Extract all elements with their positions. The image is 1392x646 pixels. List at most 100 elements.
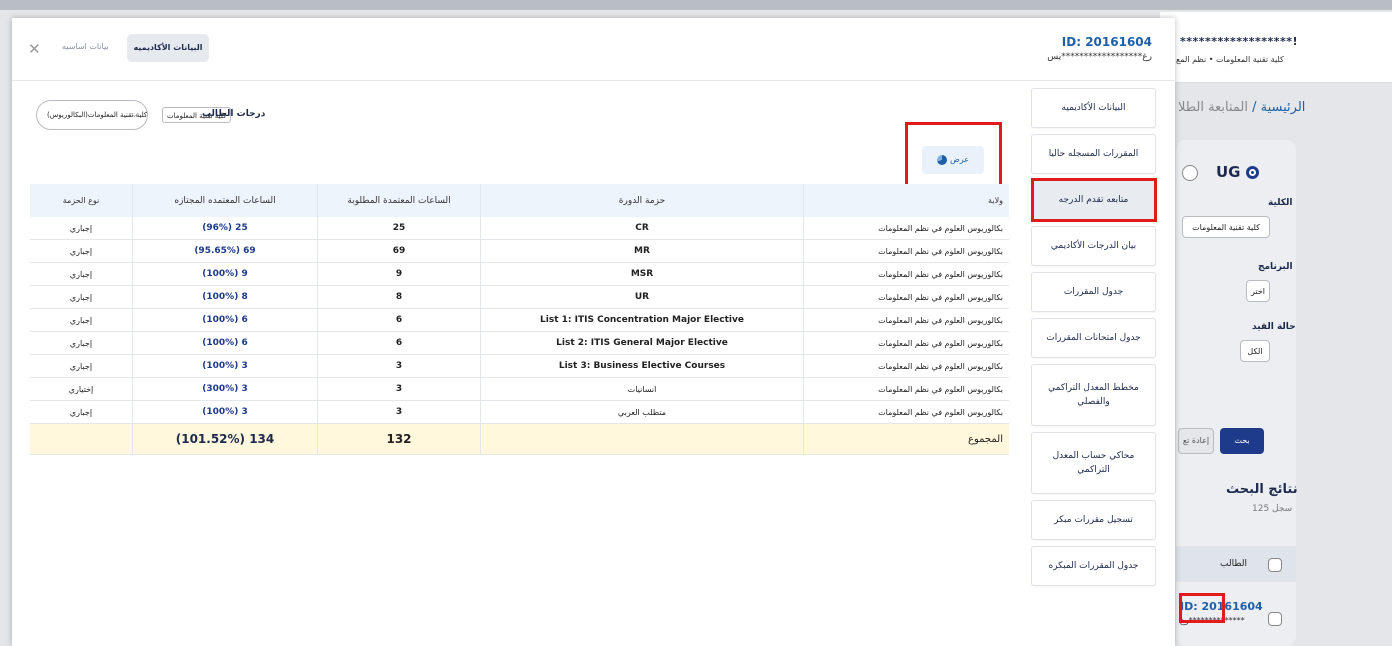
cell-package: List 2: ITIS General Major Elective: [480, 331, 804, 355]
cell-major: بكالوريوس العلوم في نظم المعلومات: [803, 308, 1009, 332]
table-row: إجباري (100%) 3 3 List 3: Business Elect…: [30, 354, 1009, 378]
cell-type: إجباري: [30, 217, 133, 240]
cell-required: 25: [317, 217, 481, 240]
column-package: حزمة الدورة: [480, 184, 804, 217]
cell-type: إجباري: [30, 239, 133, 263]
cell-selected: (300%) 3: [132, 377, 318, 401]
column-major: ولاية: [803, 184, 1009, 217]
view-button-label: عرض: [950, 155, 969, 164]
cell-package: CR: [480, 217, 804, 240]
table-row: إجباري (96%) 25 25 CR بكالوريوس العلوم ف…: [30, 217, 1009, 240]
search-button[interactable]: بحث: [1220, 428, 1264, 454]
cell-type: إجباري: [30, 354, 133, 378]
results-count: 125 سجل: [1252, 504, 1293, 514]
cell-package: MSR: [480, 262, 804, 286]
cell-major: بكالوريوس العلوم في نظم المعلومات: [803, 217, 1009, 240]
cell-type: إجباري: [30, 331, 133, 355]
table-row: إجباري (100%) 6 6 List 1: ITIS Concentra…: [30, 308, 1009, 332]
total-selected: (101.52%) 134: [132, 423, 318, 455]
cell-selected: (95.65%) 69: [132, 239, 318, 263]
cell-major: بكالوريوس العلوم في نظم المعلومات: [803, 285, 1009, 309]
cell-selected: (100%) 3: [132, 400, 318, 424]
cell-selected: (100%) 9: [132, 262, 318, 286]
table-row: إجباري (100%) 8 8 UR بكالوريوس العلوم في…: [30, 285, 1009, 309]
result-row-name: رغ**************: [1180, 616, 1245, 625]
radio-other-level[interactable]: [1182, 165, 1198, 181]
pie-chart-icon: [937, 154, 948, 165]
cell-package: List 1: ITIS Concentration Major Electiv…: [480, 308, 804, 332]
cell-selected: (100%) 8: [132, 285, 318, 309]
cell-selected: (100%) 3: [132, 354, 318, 378]
cell-selected: (96%) 25: [132, 217, 318, 240]
table-row: إجباري (95.65%) 69 69 MR بكالوريوس العلو…: [30, 239, 1009, 263]
column-type: نوع الحزمة: [30, 184, 133, 217]
cell-required: 9: [317, 262, 481, 286]
college-label: الكلية: [1268, 198, 1293, 208]
program-dropdown[interactable]: كلية تقنية المعلومات(البكالوريوس) ⌵: [36, 100, 148, 130]
breadcrumb-home[interactable]: الرئيسية: [1261, 100, 1306, 115]
menu-course-schedule[interactable]: جدول المقررات: [1031, 272, 1156, 312]
column-student: الطالب: [1220, 559, 1247, 569]
tab-basic-data[interactable]: بيانات اساسيه: [62, 42, 109, 51]
menu-early-courses-table[interactable]: جدول المقررات المبكره: [1031, 546, 1156, 586]
menu-exam-schedule[interactable]: جدول امتحانات المقررات: [1031, 318, 1156, 358]
menu-current-courses[interactable]: المقررات المسجله حاليا: [1031, 134, 1156, 174]
menu-early-registration[interactable]: تسجيل مقررات مبكر: [1031, 500, 1156, 540]
view-chart-button[interactable]: عرض: [922, 146, 984, 174]
cell-major: بكالوريوس العلوم في نظم المعلومات: [803, 354, 1009, 378]
total-row: (101.52%) 134 132 المجموع: [30, 423, 1009, 455]
column-selected: الساعات المعتمده المجتازه: [132, 184, 318, 217]
cell-type: إجباري: [30, 262, 133, 286]
college-select[interactable]: كلية تقنية المعلومات: [1182, 216, 1270, 238]
cell-required: 8: [317, 285, 481, 309]
cell-major: بكالوريوس العلوم في نظم المعلومات: [803, 400, 1009, 424]
cell-package: MR: [480, 239, 804, 263]
cell-required: 6: [317, 331, 481, 355]
student-id: ID: 20161604: [1061, 35, 1152, 49]
menu-academic-data[interactable]: البيانات الأكاديميه: [1031, 88, 1156, 128]
select-all-checkbox[interactable]: [1268, 558, 1282, 572]
program-select[interactable]: اختر: [1246, 280, 1270, 302]
row-checkbox[interactable]: [1268, 612, 1282, 626]
menu-degree-progress[interactable]: متابعه تقدم الدرجه: [1031, 180, 1156, 220]
table-row: إجباري (100%) 9 9 MSR بكالوريوس العلوم ف…: [30, 262, 1009, 286]
radio-ug[interactable]: UG: [1216, 163, 1259, 181]
cell-major: بكالوريوس العلوم في نظم المعلومات: [803, 331, 1009, 355]
tab-academic-data[interactable]: البيانات الأكاديميه: [127, 34, 209, 62]
chevron-down-icon: ⌵: [131, 110, 138, 120]
menu-gpa-chart[interactable]: مخطط المعدل التراكمي والفصلي: [1031, 364, 1156, 426]
student-name: رغ******************يس: [1047, 52, 1152, 62]
radio-selected-icon: [1245, 166, 1259, 179]
breadcrumb-separator: /: [1252, 100, 1257, 115]
result-row-id[interactable]: ID: 20161604: [1180, 600, 1263, 613]
student-details-modal: ✕ بيانات اساسيه البيانات الأكاديميه ID: …: [12, 18, 1175, 646]
cell-selected: (100%) 6: [132, 308, 318, 332]
modal-header: ✕ بيانات اساسيه البيانات الأكاديميه ID: …: [12, 18, 1175, 81]
cell-major: بكالوريوس العلوم في نظم المعلومات: [803, 239, 1009, 263]
status-select[interactable]: الكل: [1240, 340, 1270, 362]
table-row: إختياري (300%) 3 3 انسانيات بكالوريوس ال…: [30, 377, 1009, 401]
cell-type: إجباري: [30, 308, 133, 332]
cell-required: 3: [317, 377, 481, 401]
table-header-row: نوع الحزمة الساعات المعتمده المجتازه الس…: [30, 184, 1009, 217]
breadcrumb-current: المتابعة الطلا: [1178, 100, 1248, 115]
total-package-empty: [480, 423, 804, 455]
results-title: نتائج البحث: [1226, 482, 1298, 497]
menu-transcript[interactable]: بيان الدرجات الأكاديمي: [1031, 226, 1156, 266]
total-type-empty: [30, 423, 133, 455]
total-required: 132: [317, 423, 481, 455]
close-icon[interactable]: ✕: [28, 40, 41, 58]
faculty-chip: كلية تقنية المعلومات: [162, 107, 232, 123]
radio-ug-label: UG: [1216, 163, 1241, 181]
cell-required: 6: [317, 308, 481, 332]
cell-package: متطلب العربي: [480, 400, 804, 424]
cell-package: List 3: Business Elective Courses: [480, 354, 804, 378]
table-row: إجباري (100%) 3 3 متطلب العربي بكالوريوس…: [30, 400, 1009, 424]
breadcrumb: الرئيسية / المتابعة الطلا: [1178, 100, 1305, 115]
cell-major: بكالوريوس العلوم في نظم المعلومات: [803, 377, 1009, 401]
column-required: الساعات المعتمدة المطلوبة: [317, 184, 481, 217]
cell-package: UR: [480, 285, 804, 309]
menu-gpa-simulator[interactable]: محاكي حساب المعدل التراكمي: [1031, 432, 1156, 494]
degree-progress-table: نوع الحزمة الساعات المعتمده المجتازه الس…: [30, 184, 1009, 455]
reset-button[interactable]: إعادة تع: [1178, 428, 1214, 454]
